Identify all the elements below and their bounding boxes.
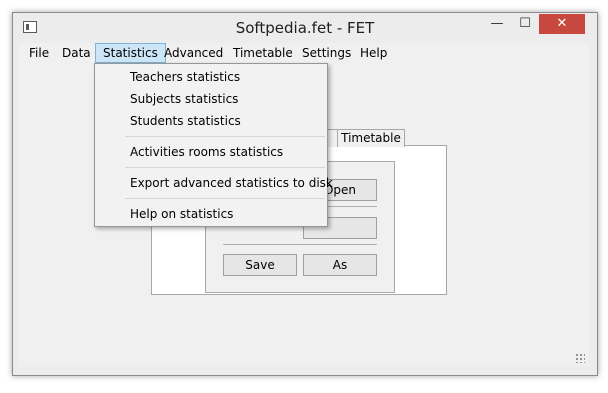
menu-statistics[interactable]: Statistics	[95, 43, 166, 63]
close-button[interactable]: ✕	[539, 14, 585, 34]
menu-item-help-on-statistics[interactable]: Help on statistics	[95, 204, 327, 224]
menu-item-subjects-statistics[interactable]: Subjects statistics	[95, 89, 327, 109]
menu-help[interactable]: Help	[353, 43, 394, 63]
save-button[interactable]: Save	[223, 254, 297, 276]
menu-item-students-statistics[interactable]: Students statistics	[95, 111, 327, 131]
menu-item-teachers-statistics[interactable]: Teachers statistics	[95, 67, 327, 87]
menu-advanced[interactable]: Advanced	[157, 43, 230, 63]
menu-settings[interactable]: Settings	[295, 43, 358, 63]
menu-separator	[125, 198, 325, 199]
minimize-button[interactable]: —	[483, 14, 511, 34]
maximize-button[interactable]: ☐	[511, 14, 539, 34]
statistics-dropdown-menu: Teachers statistics Subjects statistics …	[94, 63, 333, 227]
menu-file[interactable]: File	[22, 43, 56, 63]
menu-separator	[125, 136, 325, 137]
menu-item-export-advanced-statistics[interactable]: Export advanced statistics to disk	[95, 173, 333, 193]
save-as-button[interactable]: As	[303, 254, 377, 276]
menu-bar: File Data Statistics Advanced Timetable …	[19, 43, 589, 63]
menu-data[interactable]: Data	[55, 43, 98, 63]
menu-timetable[interactable]: Timetable	[226, 43, 300, 63]
separator	[223, 244, 377, 245]
menu-item-activities-rooms-statistics[interactable]: Activities rooms statistics	[95, 142, 327, 162]
tab-timetable[interactable]: Timetable	[337, 129, 405, 147]
menu-separator	[125, 167, 325, 168]
resize-grip[interactable]	[575, 353, 585, 363]
title-bar[interactable]: Softpedia.fet - FET — ☐ ✕	[13, 13, 597, 43]
